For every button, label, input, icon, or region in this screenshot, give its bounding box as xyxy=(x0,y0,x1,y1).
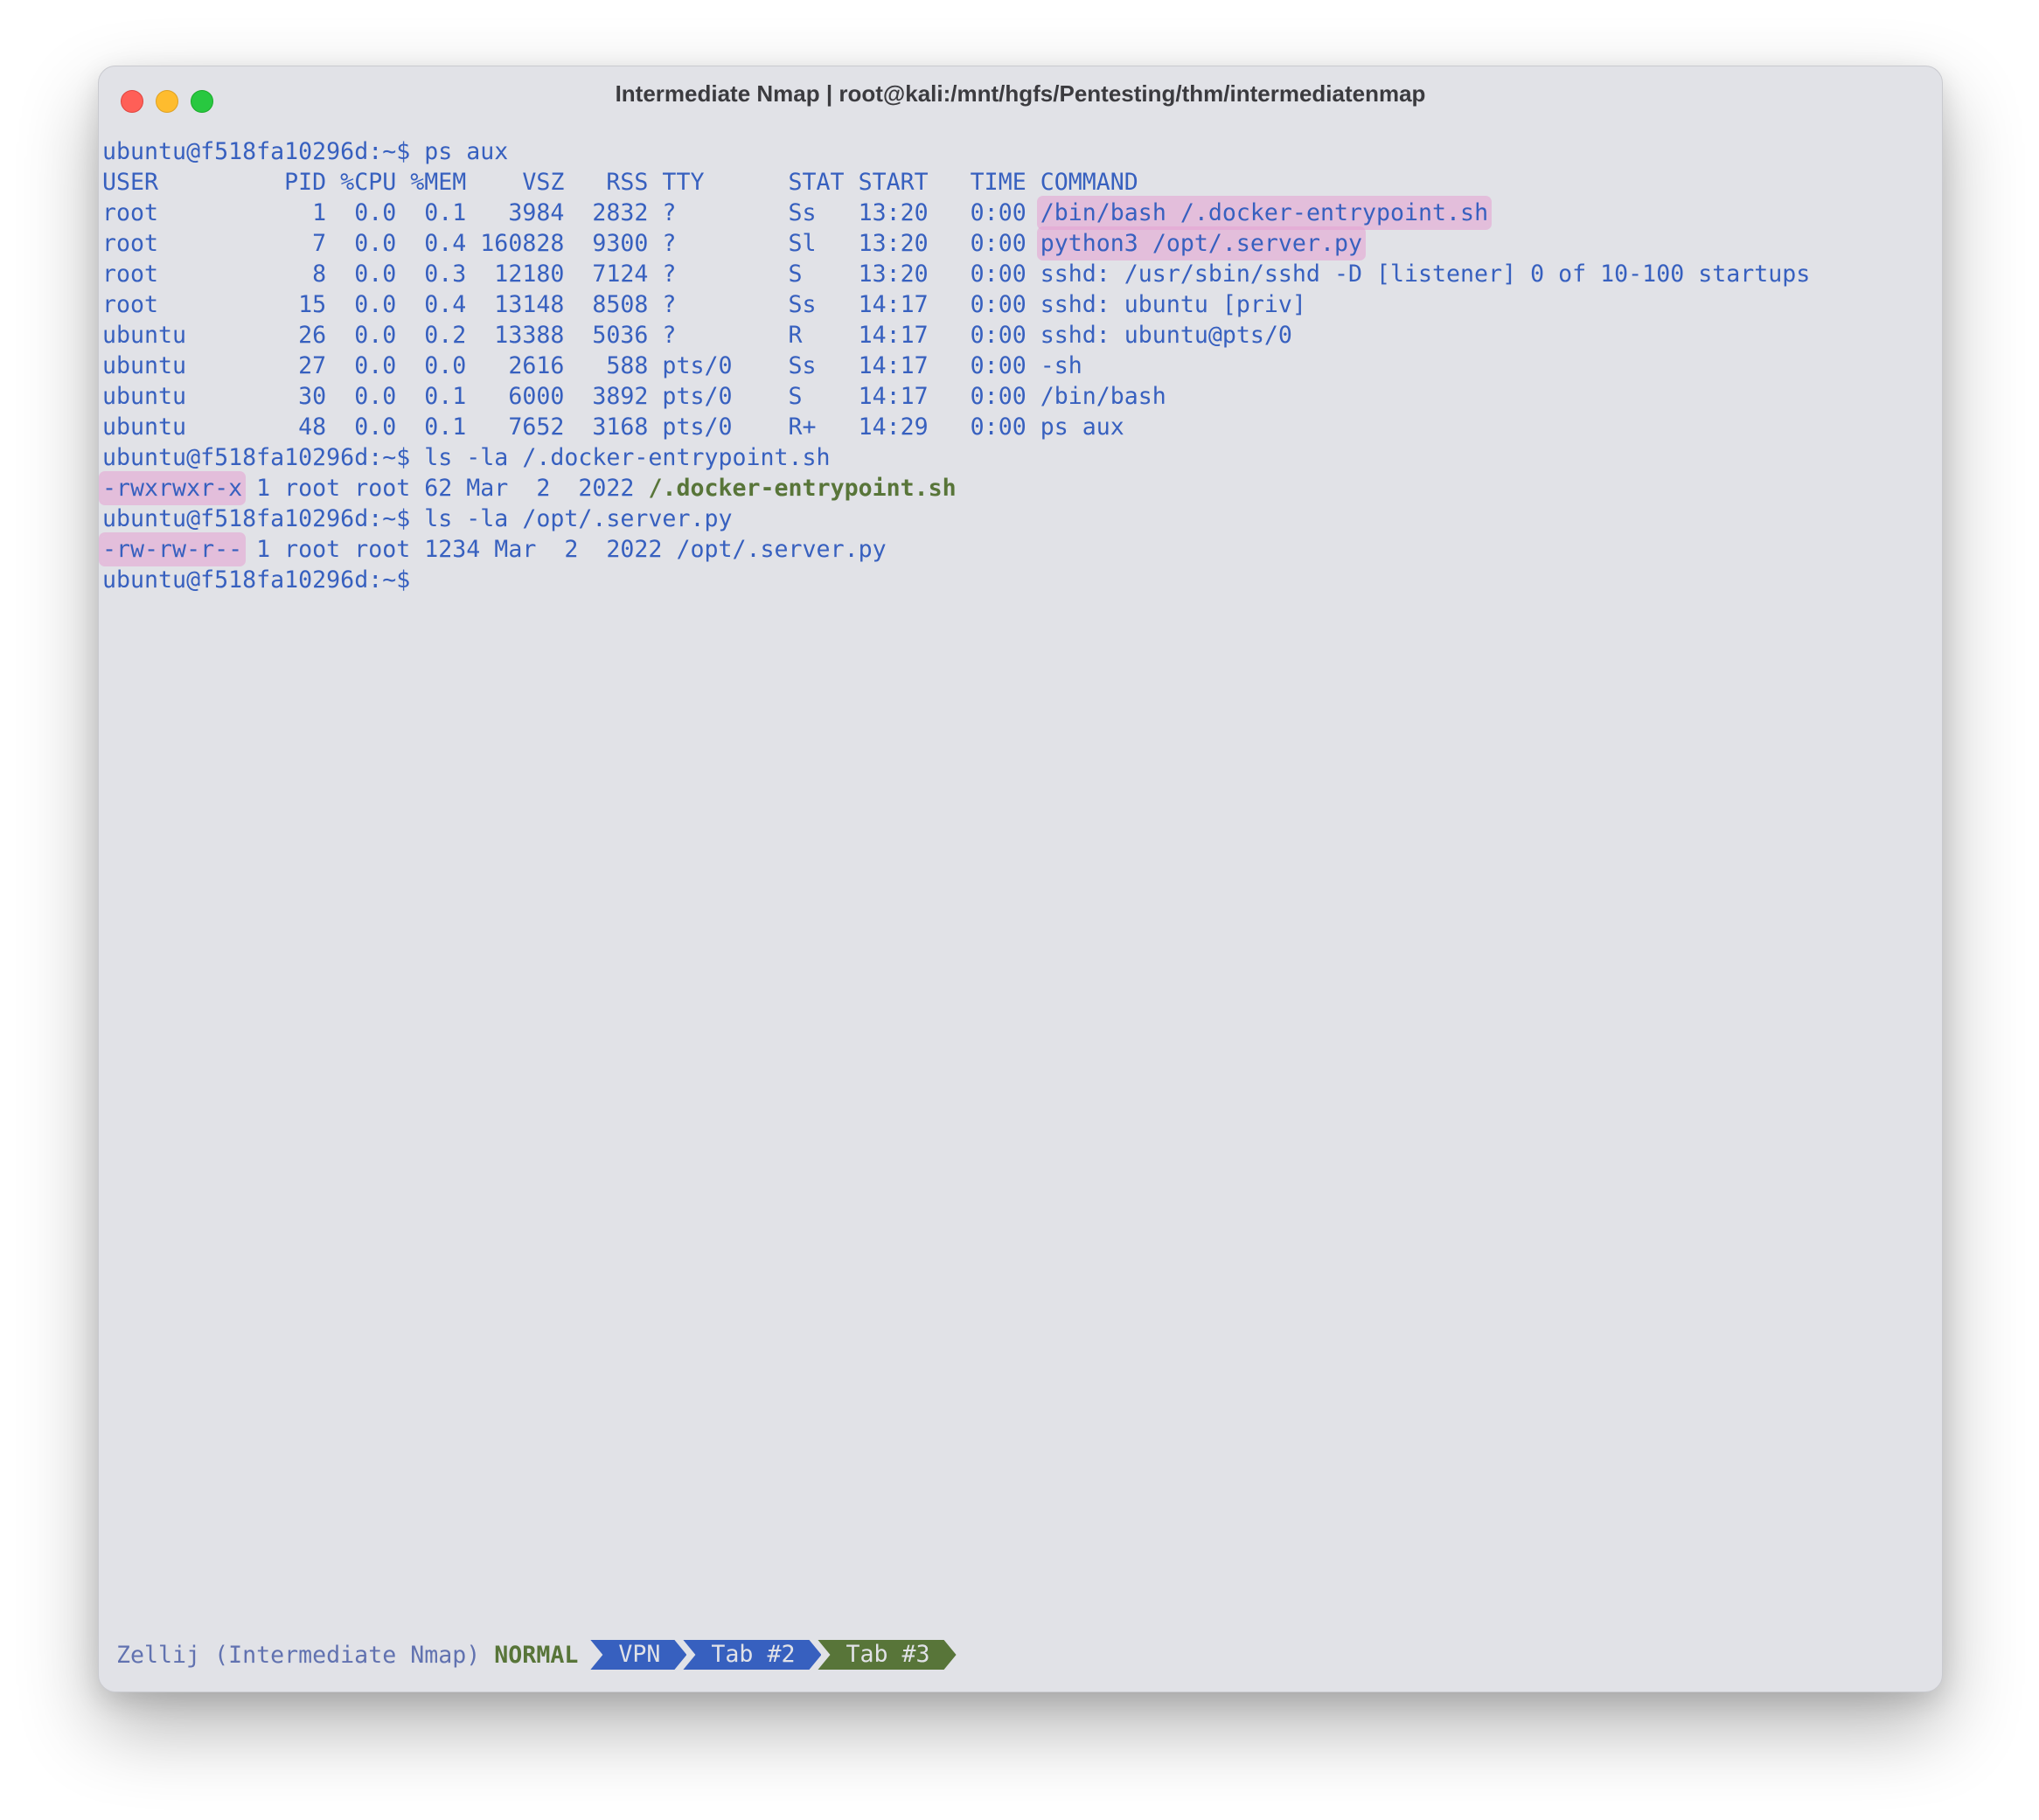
terminal-line: ubuntu 27 0.0 0.0 2616 588 pts/0 Ss 14:1… xyxy=(102,351,1942,381)
terminal-text: ubuntu 27 0.0 0.0 2616 588 pts/0 Ss 14:1… xyxy=(102,352,1082,379)
tab-3[interactable]: Tab #3 xyxy=(818,1640,956,1670)
terminal-text: USER PID %CPU %MEM VSZ RSS TTY STAT STAR… xyxy=(102,169,1138,196)
terminal-output[interactable]: ubuntu@f518fa10296d:~$ ps aux USER PID %C… xyxy=(102,136,1942,595)
terminal-text: ubuntu@f518fa10296d:~$ ls -la /opt/.serv… xyxy=(102,505,733,532)
terminal-text: ubuntu 48 0.0 0.1 7652 3168 pts/0 R+ 14:… xyxy=(102,413,1124,441)
terminal-line: -rw-rw-r-- 1 root root 1234 Mar 2 2022 /… xyxy=(102,534,1942,565)
tab-2[interactable]: Tab #2 xyxy=(683,1640,821,1670)
title-bar: Intermediate Nmap | root@kali:/mnt/hgfs/… xyxy=(99,66,1942,128)
terminal-text: root 8 0.0 0.3 12180 7124 ? S 13:20 0:00… xyxy=(102,260,1811,288)
session-name: Zellij (Intermediate Nmap) xyxy=(116,1641,481,1669)
mode-indicator: NORMAL xyxy=(494,1641,579,1669)
terminal-line: root 8 0.0 0.3 12180 7124 ? S 13:20 0:00… xyxy=(102,259,1942,289)
executable-filename: /.docker-entrypoint.sh xyxy=(648,475,957,502)
highlighted-text: python3 /opt/.server.py xyxy=(1040,230,1362,257)
terminal-text: ubuntu 30 0.0 0.1 6000 3892 pts/0 S 14:1… xyxy=(102,383,1166,410)
terminal-line: USER PID %CPU %MEM VSZ RSS TTY STAT STAR… xyxy=(102,167,1942,198)
terminal-text: ubuntu 26 0.0 0.2 13388 5036 ? R 14:17 0… xyxy=(102,322,1292,349)
terminal-line: ubuntu 30 0.0 0.1 6000 3892 pts/0 S 14:1… xyxy=(102,381,1942,412)
terminal-text: ubuntu@f518fa10296d:~$ xyxy=(102,566,425,594)
terminal-line: ubuntu@f518fa10296d:~$ ls -la /.docker-e… xyxy=(102,442,1942,473)
zellij-status-bar: Zellij (Intermediate Nmap) NORMAL VPN Ta… xyxy=(116,1639,957,1671)
terminal-window: Intermediate Nmap | root@kali:/mnt/hgfs/… xyxy=(98,66,1943,1692)
terminal-text: ubuntu@f518fa10296d:~$ ps aux xyxy=(102,138,509,165)
terminal-line: root 7 0.0 0.4 160828 9300 ? Sl 13:20 0:… xyxy=(102,228,1942,259)
tab-vpn[interactable]: VPN xyxy=(590,1640,686,1670)
highlighted-text: /bin/bash /.docker-entrypoint.sh xyxy=(1040,199,1489,226)
terminal-line: ubuntu@f518fa10296d:~$ xyxy=(102,565,1942,595)
terminal-text: root 7 0.0 0.4 160828 9300 ? Sl 13:20 0:… xyxy=(102,230,1040,257)
terminal-line: -rwxrwxr-x 1 root root 62 Mar 2 2022 /.d… xyxy=(102,473,1942,504)
terminal-text: root 15 0.0 0.4 13148 8508 ? Ss 14:17 0:… xyxy=(102,291,1306,318)
terminal-text: ubuntu@f518fa10296d:~$ ls -la /.docker-e… xyxy=(102,444,831,471)
terminal-text: 1 root root 1234 Mar 2 2022 /opt/.server… xyxy=(242,536,887,563)
window-title: Intermediate Nmap | root@kali:/mnt/hgfs/… xyxy=(615,80,1426,107)
terminal-line: ubuntu 48 0.0 0.1 7652 3168 pts/0 R+ 14:… xyxy=(102,412,1942,442)
terminal-line: root 1 0.0 0.1 3984 2832 ? Ss 13:20 0:00… xyxy=(102,198,1942,228)
terminal-line: ubuntu@f518fa10296d:~$ ls -la /opt/.serv… xyxy=(102,504,1942,534)
terminal-line: root 15 0.0 0.4 13148 8508 ? Ss 14:17 0:… xyxy=(102,289,1942,320)
terminal-line: ubuntu@f518fa10296d:~$ ps aux xyxy=(102,136,1942,167)
terminal-text: 1 root root 62 Mar 2 2022 xyxy=(242,475,649,502)
terminal-line: ubuntu 26 0.0 0.2 13388 5036 ? R 14:17 0… xyxy=(102,320,1942,351)
highlighted-text: -rw-rw-r-- xyxy=(102,536,243,563)
terminal-text: root 1 0.0 0.1 3984 2832 ? Ss 13:20 0:00 xyxy=(102,199,1040,226)
highlighted-text: -rwxrwxr-x xyxy=(102,475,243,502)
